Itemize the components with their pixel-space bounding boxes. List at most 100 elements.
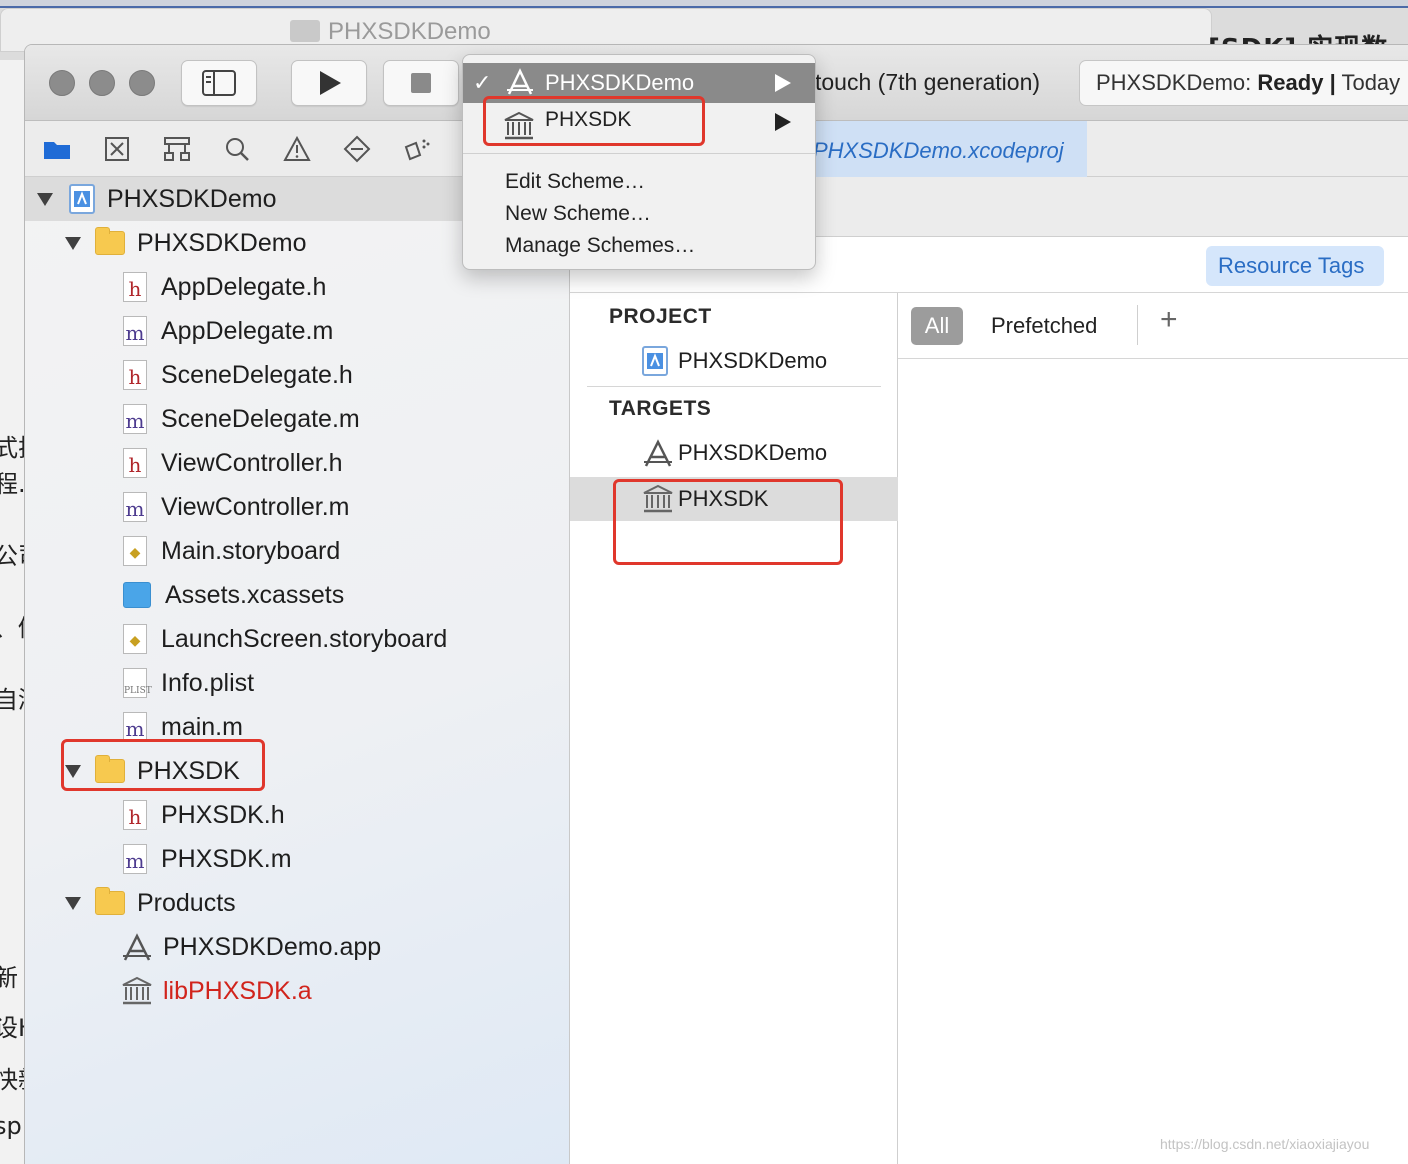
bg-fragment: sp — [0, 1112, 22, 1140]
background-topline — [0, 0, 1408, 8]
file-row[interactable]: ◆ Main.storyboard — [123, 529, 340, 573]
submenu-arrow-icon — [775, 74, 791, 92]
folder-icon — [95, 227, 125, 255]
filter-all-button[interactable]: All — [911, 307, 963, 345]
manage-schemes-item[interactable]: Manage Schemes… — [505, 234, 695, 258]
static-library-icon — [504, 111, 534, 140]
file-row[interactable]: m ViewController.m — [123, 485, 350, 529]
edit-scheme-item[interactable]: Edit Scheme… — [505, 170, 645, 194]
zoom-window-button[interactable] — [129, 70, 155, 96]
folder-icon — [290, 20, 320, 42]
divider — [1137, 305, 1138, 345]
new-scheme-item[interactable]: New Scheme… — [505, 202, 651, 226]
group-products[interactable]: Products — [95, 881, 236, 925]
background-left-strip: 式排 程.x 公司 、修 自测 新 设H 快新 sp — [0, 60, 26, 1164]
targets-section-header: TARGETS — [609, 397, 712, 420]
header-file-icon: h — [123, 272, 147, 302]
watermark: https://blog.csdn.net/xiaoxiajiayou — [1160, 1136, 1370, 1152]
file-row[interactable]: h ViewController.h — [123, 441, 343, 485]
stop-icon — [411, 73, 431, 93]
objc-file-icon: m — [123, 844, 147, 874]
static-library-icon — [122, 976, 152, 1005]
scheme-menu-item-phxsdk[interactable]: PHXSDK — [503, 107, 783, 147]
file-row[interactable]: m SceneDelegate.m — [123, 397, 360, 441]
file-row[interactable]: h PHXSDK.h — [123, 793, 285, 837]
file-row[interactable]: m main.m — [123, 705, 243, 749]
bg-fragment: 公司 — [0, 536, 25, 571]
minimize-window-button[interactable] — [89, 70, 115, 96]
group-phxsdk[interactable]: PHXSDK — [95, 749, 240, 793]
filter-prefetched-button[interactable]: Prefetched — [991, 313, 1097, 339]
group-phxsdkdemo[interactable]: PHXSDKDemo — [95, 221, 307, 265]
menu-divider — [463, 153, 815, 154]
resource-tags-tab[interactable]: Resource Tags — [1206, 246, 1384, 286]
bg-fragment: 新 — [0, 958, 18, 993]
background-window-title: PHXSDKDemo — [290, 18, 491, 46]
file-row[interactable]: PHXSDKDemo.app — [121, 925, 381, 969]
file-row[interactable]: ◆ LaunchScreen.storyboard — [123, 617, 447, 661]
toggle-navigator-button[interactable] — [181, 60, 257, 106]
target-item-phxsdkdemo[interactable]: PHXSDKDemo — [570, 431, 898, 475]
file-row[interactable]: PLIST Info.plist — [123, 661, 254, 705]
bg-fragment: 设H — [0, 1008, 25, 1043]
header-file-icon: h — [123, 360, 147, 390]
file-row[interactable]: m PHXSDK.m — [123, 837, 292, 881]
objc-file-icon: m — [123, 712, 147, 742]
debug-navigator-icon[interactable] — [401, 133, 433, 165]
issue-navigator-icon[interactable] — [281, 133, 313, 165]
target-item-phxsdk[interactable]: PHXSDK — [570, 477, 898, 521]
symbol-navigator-icon[interactable] — [161, 133, 193, 165]
objc-file-icon: m — [123, 316, 147, 346]
project-navigator: PHXSDKDemo PHXSDKDemo h AppDelegate.h m Ap… — [25, 177, 570, 1164]
xcodeproj-icon — [69, 184, 95, 214]
resource-tags-filter-bar: All Prefetched + — [898, 293, 1408, 359]
play-icon — [320, 71, 341, 95]
file-row[interactable]: m AppDelegate.m — [123, 309, 333, 353]
project-navigator-icon[interactable] — [41, 133, 73, 165]
scheme-menu: ✓ PHXSDKDemo PHXSDK Edit Scheme… New Sch… — [462, 54, 816, 270]
test-navigator-icon[interactable] — [341, 133, 373, 165]
disclosure-triangle-icon[interactable] — [37, 193, 53, 206]
bg-fragment: 自测 — [0, 680, 25, 715]
submenu-arrow-icon — [775, 113, 791, 131]
app-product-icon — [123, 933, 151, 961]
objc-file-icon: m — [123, 492, 147, 522]
scheme-menu-item-phxsdkdemo[interactable]: ✓ PHXSDKDemo — [463, 63, 815, 103]
destination-device[interactable]: touch (7th generation) — [815, 69, 1040, 96]
run-button[interactable] — [291, 60, 367, 106]
static-library-icon — [643, 484, 673, 513]
bg-fragment: 、修 — [0, 608, 25, 643]
bg-fragment: 式排 — [0, 428, 25, 463]
disclosure-triangle-icon[interactable] — [65, 765, 81, 778]
asset-catalog-icon — [123, 582, 151, 608]
file-row[interactable]: Assets.xcassets — [123, 573, 344, 617]
header-file-icon: h — [123, 448, 147, 478]
project-editor: Resource Tags PROJECT PHXSDKDemo TARGETS… — [570, 237, 1408, 1164]
stop-button[interactable] — [383, 60, 459, 106]
close-window-button[interactable] — [49, 70, 75, 96]
divider — [587, 386, 881, 387]
disclosure-triangle-icon[interactable] — [65, 897, 81, 910]
objc-file-icon: m — [123, 404, 147, 434]
source-control-navigator-icon[interactable] — [101, 133, 133, 165]
find-navigator-icon[interactable] — [221, 133, 253, 165]
bg-fragment: 程.x — [0, 470, 26, 498]
file-row[interactable]: h SceneDelegate.h — [123, 353, 353, 397]
project-targets-list: PROJECT PHXSDKDemo TARGETS PHXSDKDemo PH… — [570, 293, 898, 1164]
plist-file-icon: PLIST — [123, 668, 152, 698]
storyboard-file-icon: ◆ — [123, 624, 147, 654]
file-row[interactable]: h AppDelegate.h — [123, 265, 326, 309]
activity-status: PHXSDKDemo: Ready | Today — [1079, 60, 1408, 106]
checkmark-icon: ✓ — [473, 70, 492, 95]
project-root[interactable]: PHXSDKDemo — [69, 177, 277, 221]
app-target-icon — [644, 439, 672, 467]
file-row[interactable]: libPHXSDK.a — [121, 969, 312, 1013]
folder-icon — [95, 755, 125, 783]
header-file-icon: h — [123, 800, 147, 830]
disclosure-triangle-icon[interactable] — [65, 237, 81, 250]
xcodeproj-icon — [642, 346, 668, 376]
project-section-header: PROJECT — [609, 305, 712, 328]
add-tag-button[interactable]: + — [1160, 303, 1178, 337]
editor-tab-xcodeproj[interactable]: PHXSDKDemo.xcodeproj — [805, 121, 1087, 177]
project-item[interactable]: PHXSDKDemo — [570, 339, 898, 383]
